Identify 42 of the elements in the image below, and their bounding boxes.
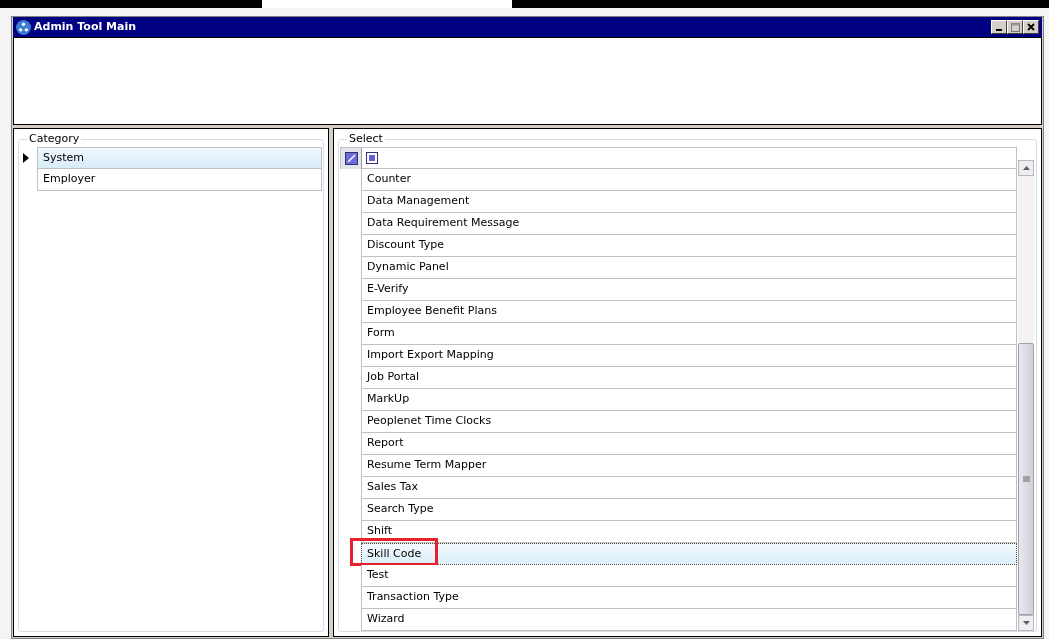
category-item[interactable]: Employer xyxy=(37,169,322,191)
select-item[interactable]: Form xyxy=(361,323,1017,345)
select-item[interactable]: Import Export Mapping xyxy=(361,345,1017,367)
select-item[interactable]: Transaction Type xyxy=(361,587,1017,609)
up-arrow-icon xyxy=(1022,166,1030,170)
select-item[interactable]: Wizard xyxy=(361,609,1017,631)
select-item[interactable]: Search Type xyxy=(361,499,1017,521)
app-logo-icon xyxy=(16,19,31,35)
select-item[interactable]: Report xyxy=(361,433,1017,455)
scroll-down-button[interactable] xyxy=(1018,615,1034,631)
window-title: Admin Tool Main xyxy=(34,18,137,35)
select-item[interactable]: Dynamic Panel xyxy=(361,257,1017,279)
close-button[interactable] xyxy=(1023,20,1039,34)
category-item[interactable]: System xyxy=(37,147,322,169)
maximize-icon xyxy=(1010,22,1020,32)
scrollbar[interactable] xyxy=(1018,160,1034,631)
select-item[interactable]: Employee Benefit Plans xyxy=(361,301,1017,323)
grip-icon xyxy=(1022,475,1030,483)
maximize-button[interactable] xyxy=(1007,20,1023,34)
scroll-up-button[interactable] xyxy=(1018,160,1034,176)
checkbox-icon[interactable] xyxy=(366,152,378,164)
select-item[interactable]: Data Management xyxy=(361,191,1017,213)
select-item[interactable]: Shift xyxy=(361,521,1017,543)
select-item[interactable]: Counter xyxy=(361,169,1017,191)
edit-toggle-button[interactable] xyxy=(341,148,362,169)
current-row-icon xyxy=(23,153,29,163)
select-item[interactable]: E-Verify xyxy=(361,279,1017,301)
group-legend: Category xyxy=(27,132,82,146)
select-item[interactable]: Data Requirement Message xyxy=(361,213,1017,235)
select-item[interactable]: Peoplenet Time Clocks xyxy=(361,411,1017,433)
select-item[interactable]: Test xyxy=(361,565,1017,587)
scroll-thumb[interactable] xyxy=(1018,343,1034,615)
select-item[interactable]: Skill Code xyxy=(361,543,1017,565)
select-item[interactable]: Resume Term Mapper xyxy=(361,455,1017,477)
minimize-button[interactable] xyxy=(991,20,1007,34)
down-arrow-icon xyxy=(1022,621,1030,625)
select-item[interactable]: MarkUp xyxy=(361,389,1017,411)
select-item[interactable]: Job Portal xyxy=(361,367,1017,389)
select-item[interactable]: Sales Tax xyxy=(361,477,1017,499)
close-icon xyxy=(1027,23,1035,31)
edit-icon xyxy=(344,152,358,165)
select-item[interactable]: Discount Type xyxy=(361,235,1017,257)
